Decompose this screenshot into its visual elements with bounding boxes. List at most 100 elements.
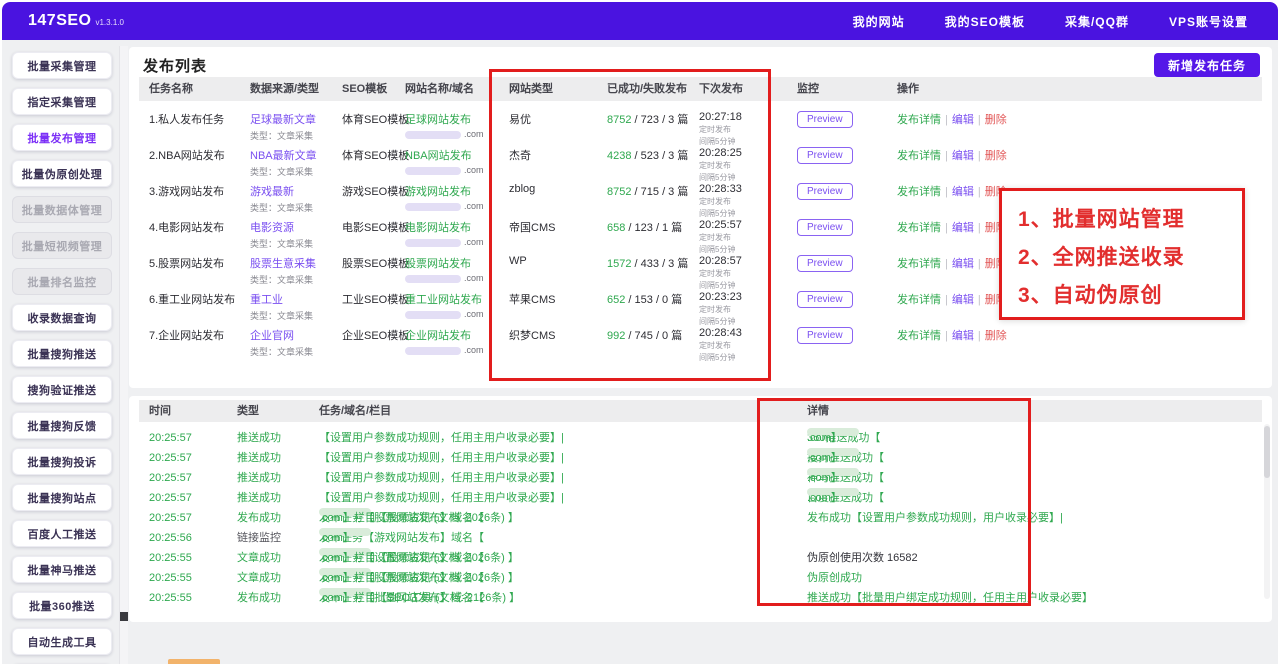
sidebar-item-label: 批量发布管理 <box>27 132 97 145</box>
table-row: 1.私人发布任务 足球最新文章 类型：文章采集 体育SEO模板 足球网站发布 .co… <box>139 105 1262 146</box>
edit-link[interactable]: 编辑 <box>952 330 974 342</box>
domain-suffix: .com <box>464 201 484 211</box>
edit-link[interactable]: 编辑 <box>952 294 974 306</box>
source-link[interactable]: 足球最新文章 <box>250 114 316 126</box>
log-row: 20:25:56 链接监控 发布任务【游戏网站发布】域名【 .com】 <box>139 528 1262 548</box>
preview-button[interactable]: Preview <box>797 255 853 272</box>
sidebar-item-sogou-push[interactable]: 批量搜狗推送 <box>12 340 112 367</box>
site-link[interactable]: 股票网站发布 <box>405 258 471 270</box>
site-link[interactable]: 足球网站发布 <box>405 114 471 126</box>
sidebar-item-label: 批量搜狗推送 <box>27 348 97 361</box>
delete-link[interactable]: 删除 <box>985 114 1007 126</box>
preview-button[interactable]: Preview <box>797 219 853 236</box>
sidebar-item-sogou-verify[interactable]: 搜狗验证推送 <box>12 376 112 403</box>
sidebar-scrollbar[interactable] <box>119 46 128 664</box>
publish-detail-link[interactable]: 发布详情 <box>897 294 941 306</box>
delete-link[interactable]: 删除 <box>985 330 1007 342</box>
preview-button[interactable]: Preview <box>797 147 853 164</box>
fail-count: / 723 / 3 篇 <box>634 114 689 126</box>
sidebar-item-short-video[interactable]: 批量短视频管理 <box>12 232 112 259</box>
log-text-post: .com】栏目【股票资讯 (文档: 2026条) 】 <box>319 552 519 564</box>
edit-link[interactable]: 编辑 <box>952 150 974 162</box>
preview-button[interactable]: Preview <box>797 111 853 128</box>
publish-detail-link[interactable]: 发布详情 <box>897 330 941 342</box>
nav-my-seo-template[interactable]: 我的SEO模板 <box>945 13 1025 30</box>
sidebar-item-rank-monitor[interactable]: 批量排名监控 <box>12 268 112 295</box>
log-detail: 推送成功【批量用户绑定成功规则，任用主用户收录必要】 <box>807 592 1093 604</box>
app-version: v1.3.1.0 <box>95 18 124 27</box>
seo-template-link[interactable]: 企业SEO模板 <box>342 327 409 343</box>
sidebar-item-label: 搜狗验证推送 <box>27 384 97 397</box>
nav-collect-qq-group[interactable]: 采集/QQ群 <box>1065 13 1129 30</box>
edit-link[interactable]: 编辑 <box>952 222 974 234</box>
site-link[interactable]: NBA网站发布 <box>405 150 472 162</box>
log-time: 20:25:55 <box>149 592 192 604</box>
log-time: 20:25:55 <box>149 572 192 584</box>
edit-link[interactable]: 编辑 <box>952 114 974 126</box>
sidebar-item-label: 批量搜狗反馈 <box>27 420 97 433</box>
site-link[interactable]: 游戏网站发布 <box>405 186 471 198</box>
edit-link[interactable]: 编辑 <box>952 258 974 270</box>
new-publish-task-button[interactable]: 新增发布任务 <box>1153 53 1260 77</box>
seo-template-link[interactable]: 工业SEO模板 <box>342 291 409 307</box>
sidebar-item-sogou-complaint[interactable]: 批量搜狗投诉 <box>12 448 112 475</box>
success-count: 652 <box>607 294 626 306</box>
task-name: 2.NBA网站发布 <box>149 150 225 162</box>
sidebar-item-assigned-collect[interactable]: 指定采集管理 <box>12 88 112 115</box>
sidebar-item-baidu-push[interactable]: 百度人工推送 <box>12 520 112 547</box>
log-text: 【设置用户参数成功规则，任用主用户收录必要】| <box>319 452 564 464</box>
table-row: 7.企业网站发布 企业官网 类型：文章采集 企业SEO模板 企业网站发布 .com … <box>139 321 1262 362</box>
preview-button[interactable]: Preview <box>797 291 853 308</box>
sidebar-item-batch-collect[interactable]: 批量采集管理 <box>12 52 112 79</box>
seo-template-link[interactable]: 股票SEO模板 <box>342 255 409 271</box>
publish-detail-link[interactable]: 发布详情 <box>897 258 941 270</box>
source-link[interactable]: NBA最新文章 <box>250 150 317 162</box>
seo-template-link[interactable]: 体育SEO模板 <box>342 111 409 127</box>
publish-detail-link[interactable]: 发布详情 <box>897 186 941 198</box>
source-link[interactable]: 企业官网 <box>250 330 294 342</box>
log-row: 20:25:57 推送成功 【设置用户参数成功规则，任用主用户收录必要】| 百度… <box>139 488 1262 508</box>
domain-suffix: .com <box>464 237 484 247</box>
nav-my-website[interactable]: 我的网站 <box>853 13 905 30</box>
delete-link[interactable]: 删除 <box>985 150 1007 162</box>
sidebar-item-data-manage[interactable]: 批量数据体管理 <box>12 196 112 223</box>
site-link[interactable]: 企业网站发布 <box>405 330 471 342</box>
source-link[interactable]: 游戏最新 <box>250 186 294 198</box>
source-link[interactable]: 电影资源 <box>250 222 294 234</box>
nav-vps-account-settings[interactable]: VPS账号设置 <box>1169 13 1248 30</box>
separator: | <box>945 258 948 270</box>
sidebar-item-batch-publish[interactable]: 批量发布管理 <box>12 124 112 151</box>
sidebar-item-360-push[interactable]: 批量360推送 <box>12 592 112 619</box>
log-type: 链接监控 <box>237 532 281 544</box>
seo-template-link[interactable]: 游戏SEO模板 <box>342 183 409 199</box>
publish-detail-link[interactable]: 发布详情 <box>897 114 941 126</box>
preview-button[interactable]: Preview <box>797 327 853 344</box>
log-detail: 伪原创成功 <box>807 572 862 584</box>
log-scrollbar[interactable] <box>1264 424 1270 599</box>
seo-template-link[interactable]: 体育SEO模板 <box>342 147 409 163</box>
sidebar-item-sogou-feedback[interactable]: 批量搜狗反馈 <box>12 412 112 439</box>
cms-type: 织梦CMS <box>509 330 556 342</box>
sidebar-item-sogou-site[interactable]: 批量搜狗站点 <box>12 484 112 511</box>
publish-detail-link[interactable]: 发布详情 <box>897 150 941 162</box>
log-type: 文章成功 <box>237 552 281 564</box>
site-link[interactable]: 电影网站发布 <box>405 222 471 234</box>
sidebar-item-shenma-push[interactable]: 批量神马推送 <box>12 556 112 583</box>
publish-detail-link[interactable]: 发布详情 <box>897 222 941 234</box>
cms-type: 帝国CMS <box>509 222 556 234</box>
edit-link[interactable]: 编辑 <box>952 186 974 198</box>
sidebar-scrollbar-thumb[interactable] <box>120 612 128 621</box>
sidebar-item-index-query[interactable]: 收录数据查询 <box>12 304 112 331</box>
seo-template-link[interactable]: 电影SEO模板 <box>342 219 409 235</box>
sidebar-item-label: 指定采集管理 <box>27 96 97 109</box>
col-task-name: 任务名称 <box>149 83 193 95</box>
separator: | <box>977 186 981 198</box>
source-link[interactable]: 股票生意采集 <box>250 258 316 270</box>
next-publish-time: 20:27:18 <box>699 111 742 123</box>
sidebar-item-pseudo-original[interactable]: 批量伪原创处理 <box>12 160 112 187</box>
site-link[interactable]: 重工业网站发布 <box>405 294 482 306</box>
log-scrollbar-thumb[interactable] <box>1264 426 1270 478</box>
sidebar-item-auto-generate-tool[interactable]: 自动生成工具 <box>12 628 112 655</box>
preview-button[interactable]: Preview <box>797 183 853 200</box>
source-link[interactable]: 重工业 <box>250 294 283 306</box>
